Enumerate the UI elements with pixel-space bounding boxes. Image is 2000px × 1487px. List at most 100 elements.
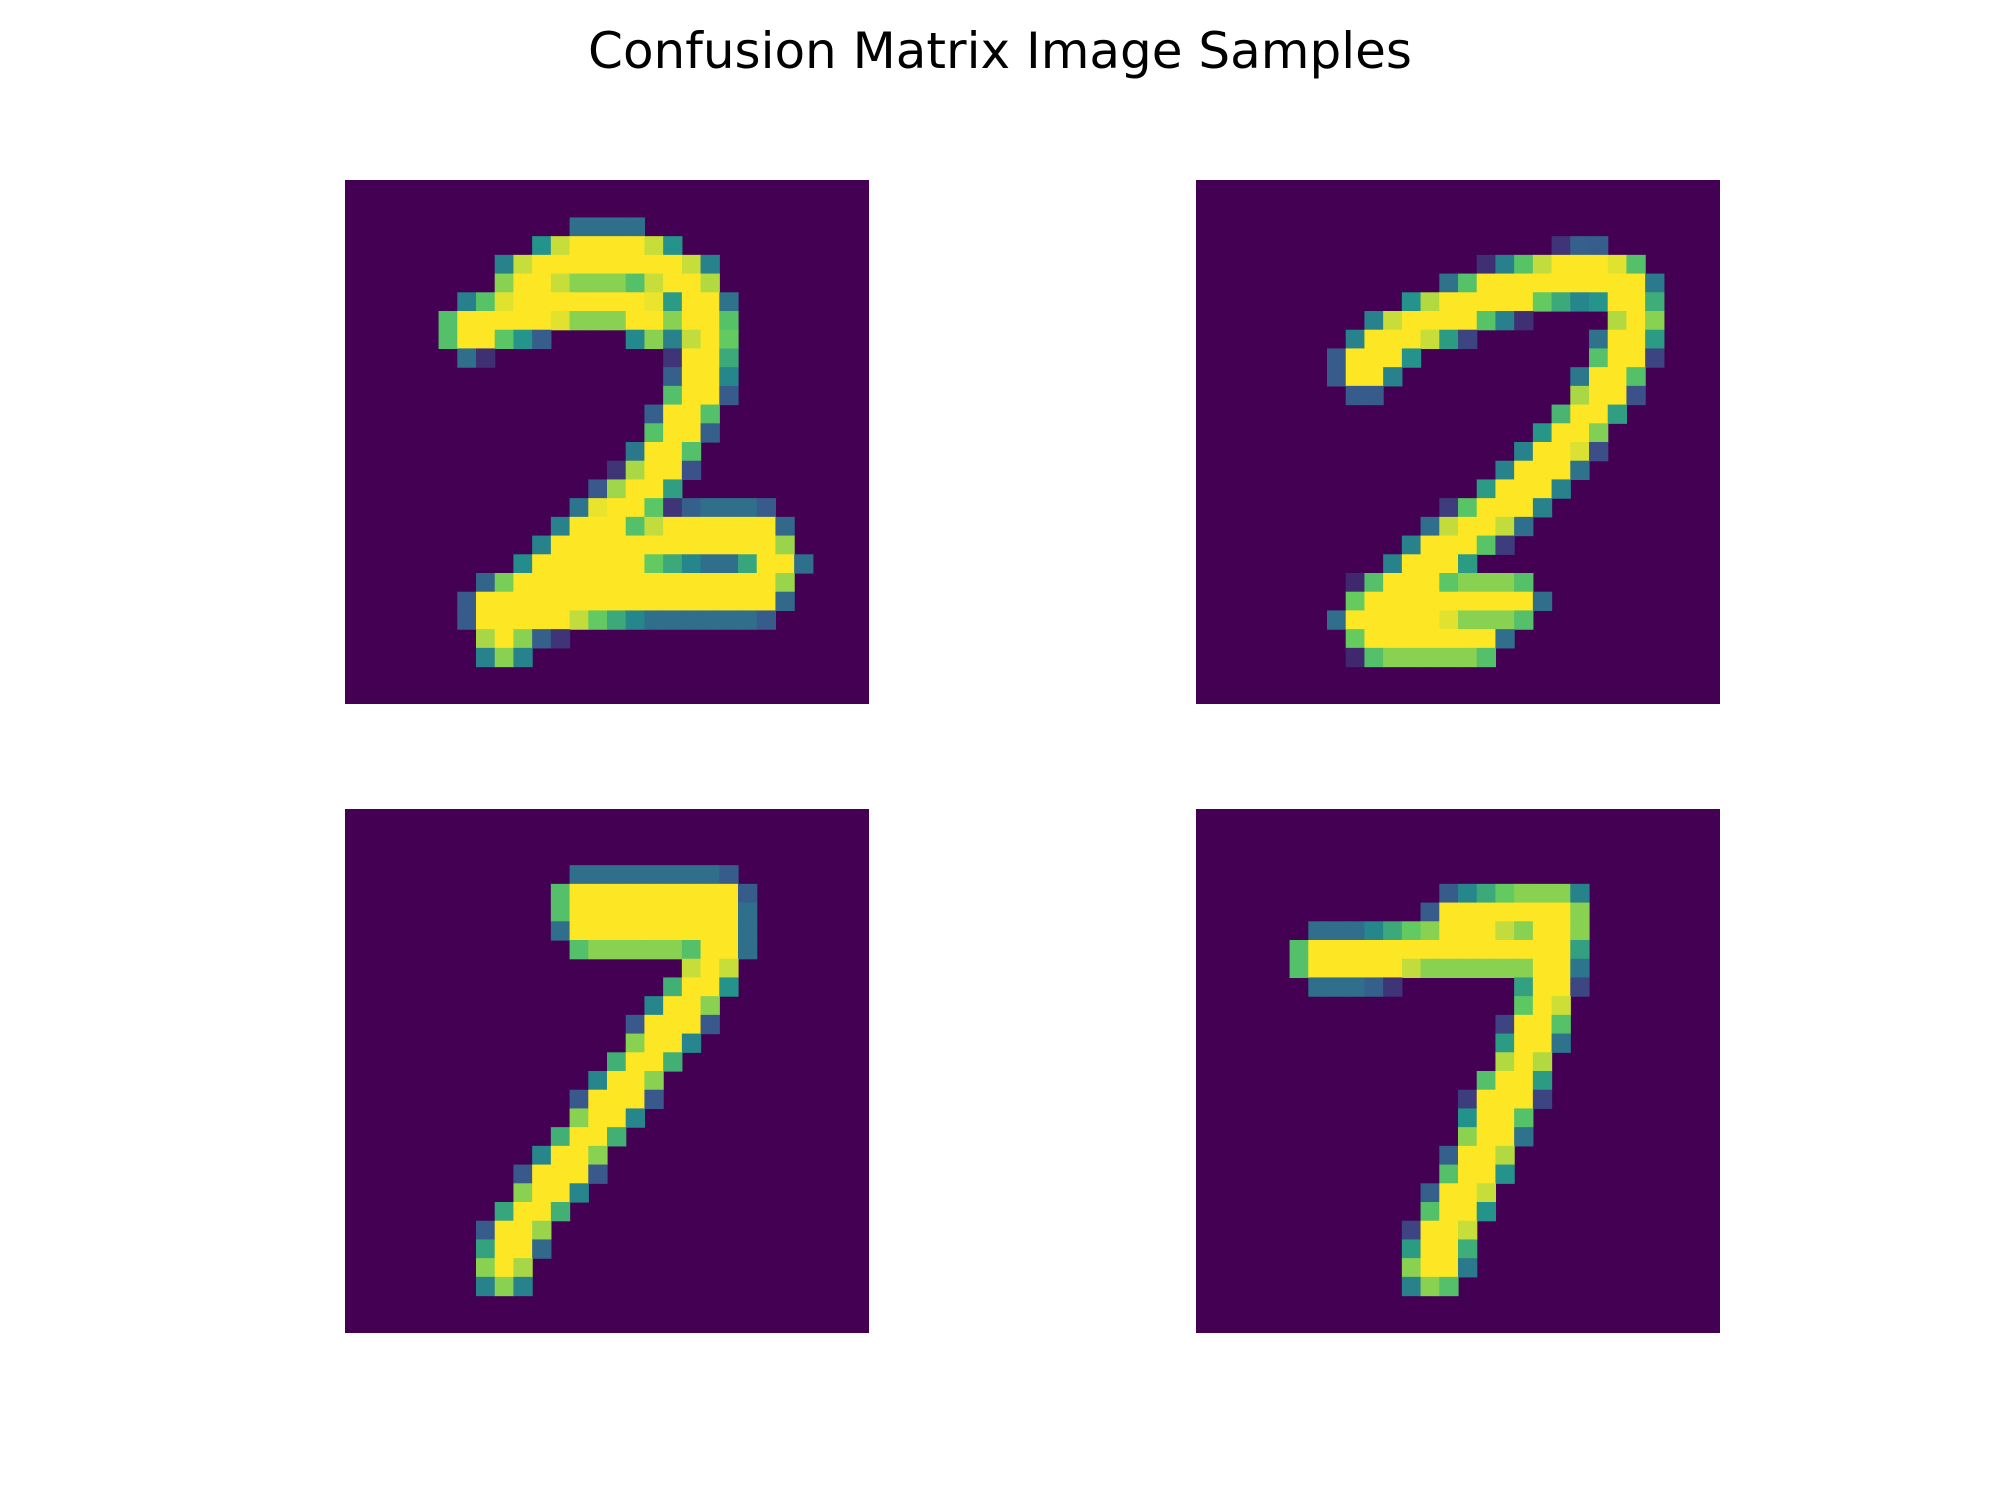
pixel-cell [1345, 921, 1366, 941]
pixel-cell [1514, 1089, 1534, 1110]
pixel-cell [588, 516, 608, 537]
pixel-cell [756, 573, 777, 593]
pixel-cell [532, 329, 552, 350]
pixel-cell [569, 254, 589, 275]
pixel-cell [1495, 1052, 1515, 1072]
pixel-cell [1458, 573, 1478, 593]
pixel-cell [775, 516, 795, 537]
pixel-cell [1514, 610, 1534, 630]
pixel-cell [569, 902, 589, 922]
pixel-cell [756, 516, 777, 537]
pixel-cell [494, 329, 515, 350]
pixel-cell [663, 883, 683, 904]
pixel-cell [607, 498, 627, 518]
pixel-cell [1495, 1127, 1515, 1147]
pixel-cell [476, 311, 496, 331]
pixel-cell [1589, 254, 1609, 275]
pixel-cell [588, 554, 608, 574]
pixel-cell [1532, 292, 1553, 312]
pixel-cell [700, 348, 720, 368]
pixel-cell [457, 610, 477, 630]
pixel-cell [663, 610, 683, 630]
pixel-cell [644, 996, 664, 1016]
pixel-cell [719, 573, 739, 593]
pixel-cell [1401, 311, 1422, 331]
pixel-cell [1383, 329, 1403, 350]
pixel-cell [625, 610, 646, 630]
pixel-cell [1476, 573, 1497, 593]
pixel-cell [607, 292, 627, 312]
pixel-cell [700, 311, 720, 331]
pixel-cell [1551, 236, 1571, 256]
pixel-cell [700, 902, 720, 922]
pixel-cell [1551, 423, 1571, 443]
pixel-cell [1420, 958, 1440, 979]
pixel-cell [1345, 348, 1366, 368]
pixel-cell [1570, 442, 1590, 462]
pixel-cell [1420, 940, 1440, 960]
pixel-cell [700, 573, 720, 593]
pixel-cell [663, 573, 683, 593]
pixel-cell [1589, 367, 1609, 387]
pixel-cell [681, 977, 702, 997]
pixel-cell [588, 865, 608, 885]
pixel-cell [1458, 311, 1478, 331]
pixel-cell [1476, 1127, 1497, 1147]
pixel-cell [1607, 273, 1628, 293]
pixel-cell [550, 554, 571, 574]
pixel-cell [588, 236, 608, 256]
pixel-cell [756, 535, 777, 555]
pixel-cell [700, 329, 720, 350]
pixel-cell [1626, 385, 1646, 406]
pixel-cell [1532, 442, 1553, 462]
pixel-cell [550, 535, 571, 555]
pixel-cell [625, 1033, 646, 1053]
pixel-cell [625, 460, 646, 481]
pixel-cell [700, 535, 720, 555]
pixel-cell [681, 423, 702, 443]
pixel-cell [644, 442, 664, 462]
pixel-cell [1514, 1127, 1534, 1147]
pixel-cell [1495, 516, 1515, 537]
pixel-cell [625, 292, 646, 312]
pixel-cell [1476, 1089, 1497, 1110]
sample-panel-bottom-right [1196, 809, 1720, 1333]
pixel-cell [1308, 977, 1328, 997]
pixel-cell [1364, 329, 1384, 350]
pixel-cell [532, 591, 552, 612]
pixel-cell [1476, 311, 1497, 331]
pixel-cell [607, 516, 627, 537]
pixel-cell [1589, 329, 1609, 350]
pixel-cell [1383, 311, 1403, 331]
pixel-cell [681, 348, 702, 368]
pixel-cell [1458, 940, 1478, 960]
pixel-cell [719, 535, 739, 555]
pixel-cell [513, 554, 533, 574]
pixel-cell [1532, 479, 1553, 499]
pixel-cell [681, 535, 702, 555]
pixel-cell [644, 404, 664, 424]
pixel-cell [494, 273, 515, 293]
pixel-cell [476, 1239, 496, 1259]
pixel-cell [1458, 1089, 1478, 1110]
pixel-cell [644, 423, 664, 443]
pixel-cell [1289, 940, 1309, 960]
pixel-cell [457, 591, 477, 612]
pixel-cell [1364, 958, 1384, 979]
pixel-cell [494, 311, 515, 331]
pixel-cell [607, 254, 627, 275]
pixel-cell [1476, 1071, 1497, 1091]
pixel-cell [457, 348, 477, 368]
pixel-cell [681, 273, 702, 293]
pixel-cell [550, 921, 571, 941]
pixel-cell [681, 329, 702, 350]
pixel-cell [625, 1071, 646, 1091]
pixel-cell [1439, 311, 1459, 331]
pixel-cell [569, 865, 589, 885]
pixel-cell [681, 554, 702, 574]
pixel-cell [1439, 498, 1459, 518]
pixel-cell [1495, 254, 1515, 275]
pixel-cell [588, 921, 608, 941]
pixel-cell [625, 940, 646, 960]
pixel-cell [1476, 535, 1497, 555]
